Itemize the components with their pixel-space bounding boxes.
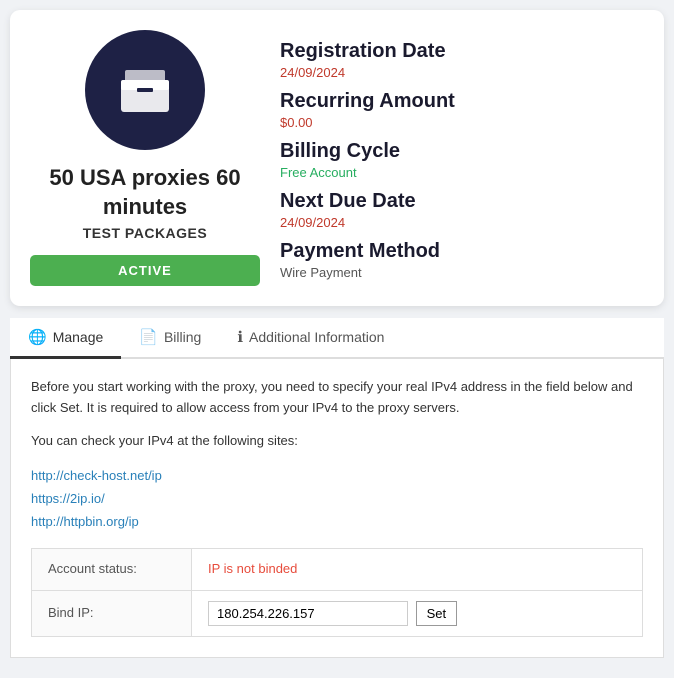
tabs-bar: 🌐 Manage 📄 Billing ℹ Additional Informat… [10, 318, 664, 359]
box-icon [115, 60, 175, 120]
info-icon: ℹ [237, 328, 243, 346]
link-httpbin[interactable]: http://httpbin.org/ip [31, 510, 643, 533]
account-info-table: Account status: IP is not binded Bind IP… [31, 548, 643, 637]
bind-ip-label: Bind IP: [32, 590, 192, 636]
card-right: Registration Date 24/09/2024 Recurring A… [280, 30, 644, 286]
bind-ip-row: Bind IP: Set [32, 590, 643, 636]
account-status-value: IP is not binded [192, 548, 643, 590]
account-status-row: Account status: IP is not binded [32, 548, 643, 590]
description-text: Before you start working with the proxy,… [31, 377, 643, 419]
tab-additional[interactable]: ℹ Additional Information [219, 318, 402, 359]
status-badge: ACTIVE [30, 255, 260, 286]
check-text: You can check your IPv4 at the following… [31, 431, 643, 452]
product-icon-circle [85, 30, 205, 150]
product-card: 50 USA proxies 60 minutes TEST PACKAGES … [10, 10, 664, 306]
billing-icon: 📄 [139, 328, 158, 346]
set-button[interactable]: Set [416, 601, 458, 626]
account-status-label: Account status: [32, 548, 192, 590]
recurring-label: Recurring Amount [280, 90, 644, 113]
payment-method-label: Payment Method [280, 240, 644, 263]
manage-icon: 🌐 [28, 328, 47, 346]
tab-manage[interactable]: 🌐 Manage [10, 318, 121, 359]
next-due-date: 24/09/2024 [280, 215, 644, 230]
manage-content: Before you start working with the proxy,… [10, 359, 664, 657]
recurring-value: $0.00 [280, 115, 644, 130]
bind-ip-cell: Set [192, 590, 643, 636]
registration-date: 24/09/2024 [280, 65, 644, 80]
payment-method-value: Wire Payment [280, 265, 644, 280]
product-name: 50 USA proxies 60 minutes [30, 164, 260, 221]
link-checkhost[interactable]: http://check-host.net/ip [31, 464, 643, 487]
card-left: 50 USA proxies 60 minutes TEST PACKAGES … [30, 30, 260, 286]
product-tag: TEST PACKAGES [83, 225, 207, 241]
registration-label: Registration Date [280, 40, 644, 63]
billing-value: Free Account [280, 165, 644, 180]
bind-ip-input[interactable] [208, 601, 408, 626]
tab-additional-label: Additional Information [249, 329, 384, 345]
link-2ip[interactable]: https://2ip.io/ [31, 487, 643, 510]
tab-billing-label: Billing [164, 329, 201, 345]
billing-label: Billing Cycle [280, 140, 644, 163]
next-due-label: Next Due Date [280, 190, 644, 213]
tab-manage-label: Manage [53, 329, 104, 345]
tab-billing[interactable]: 📄 Billing [121, 318, 219, 359]
